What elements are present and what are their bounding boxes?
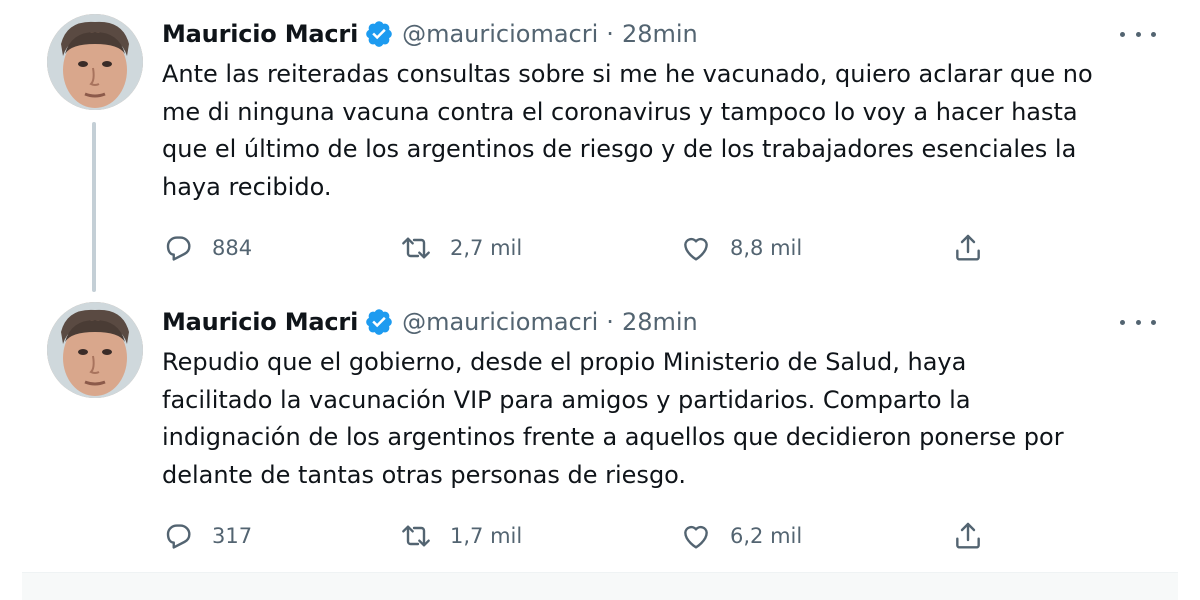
tweet-timestamp[interactable]: 28min bbox=[622, 308, 698, 336]
like-count: 6,2 mil bbox=[730, 524, 803, 548]
share-icon bbox=[956, 234, 980, 261]
tweet-actions: 884 2,7 mil 8,8 mil bbox=[162, 228, 1062, 268]
like-icon bbox=[684, 525, 708, 549]
reply-icon bbox=[166, 236, 191, 261]
tweet-2[interactable]: Mauricio Macri @mauriciomacri · 28min Re… bbox=[0, 288, 1200, 572]
tweet-text-line: Repudio que el gobierno, desde el propio… bbox=[162, 348, 967, 376]
like-icon bbox=[684, 237, 708, 261]
tweet-actions: 317 1,7 mil 6,2 mil bbox=[162, 516, 1062, 556]
tweet-text-line: indignación de los argentinos frente a a… bbox=[162, 423, 1064, 451]
share-button[interactable] bbox=[952, 516, 984, 556]
retweet-button[interactable]: 1,7 mil bbox=[400, 516, 522, 556]
separator-dot: · bbox=[606, 20, 614, 48]
tweet-thread: Mauricio Macri @mauriciomacri · 28min An… bbox=[0, 0, 1200, 600]
tweet-text-line: Ante las reiteradas consultas sobre si m… bbox=[162, 60, 1093, 88]
verified-badge-icon bbox=[366, 309, 392, 335]
tweet-text: Ante las reiteradas consultas sobre si m… bbox=[162, 56, 1172, 206]
author-avatar[interactable] bbox=[47, 14, 143, 110]
author-name[interactable]: Mauricio Macri bbox=[162, 308, 358, 336]
retweet-count: 2,7 mil bbox=[450, 236, 523, 260]
retweet-icon bbox=[402, 525, 430, 547]
tweet-text-line: haya recibido. bbox=[162, 172, 332, 201]
reply-count: 317 bbox=[212, 524, 253, 548]
tweet-header: Mauricio Macri @mauriciomacri · 28min bbox=[162, 14, 698, 54]
retweet-button[interactable]: 2,7 mil bbox=[400, 228, 522, 268]
reply-count: 884 bbox=[212, 236, 253, 260]
timeline-divider bbox=[22, 572, 1178, 600]
retweet-count: 1,7 mil bbox=[450, 524, 523, 548]
author-handle[interactable]: @mauriciomacri bbox=[402, 20, 598, 48]
reply-button[interactable]: 884 bbox=[162, 228, 252, 268]
tweet-text-line: delante de tantas otras personas de ries… bbox=[162, 460, 687, 489]
tweet-timestamp[interactable]: 28min bbox=[622, 20, 698, 48]
tweet-1[interactable]: Mauricio Macri @mauriciomacri · 28min An… bbox=[0, 0, 1200, 290]
author-avatar[interactable] bbox=[47, 302, 143, 398]
like-button[interactable]: 6,2 mil bbox=[680, 516, 802, 556]
more-options-icon[interactable] bbox=[1120, 310, 1156, 334]
reply-button[interactable]: 317 bbox=[162, 516, 252, 556]
author-handle[interactable]: @mauriciomacri bbox=[402, 308, 598, 336]
tweet-text-line: que el último de los argentinos de riesg… bbox=[162, 135, 1077, 163]
separator-dot: · bbox=[606, 308, 614, 336]
retweet-icon bbox=[402, 237, 430, 259]
reply-icon bbox=[166, 524, 191, 549]
tweet-text-line: me di ninguna vacuna contra el coronavir… bbox=[162, 97, 1078, 126]
like-button[interactable]: 8,8 mil bbox=[680, 228, 802, 268]
author-name[interactable]: Mauricio Macri bbox=[162, 20, 358, 48]
tweet-text-line: facilitado la vacunación VIP para amigos… bbox=[162, 385, 971, 414]
tweet-text: Repudio que el gobierno, desde el propio… bbox=[162, 344, 1172, 494]
share-icon bbox=[956, 522, 980, 549]
share-button[interactable] bbox=[952, 228, 984, 268]
more-options-icon[interactable] bbox=[1120, 22, 1156, 46]
verified-badge-icon bbox=[366, 21, 392, 47]
tweet-header: Mauricio Macri @mauriciomacri · 28min bbox=[162, 302, 698, 342]
like-count: 8,8 mil bbox=[730, 236, 803, 260]
